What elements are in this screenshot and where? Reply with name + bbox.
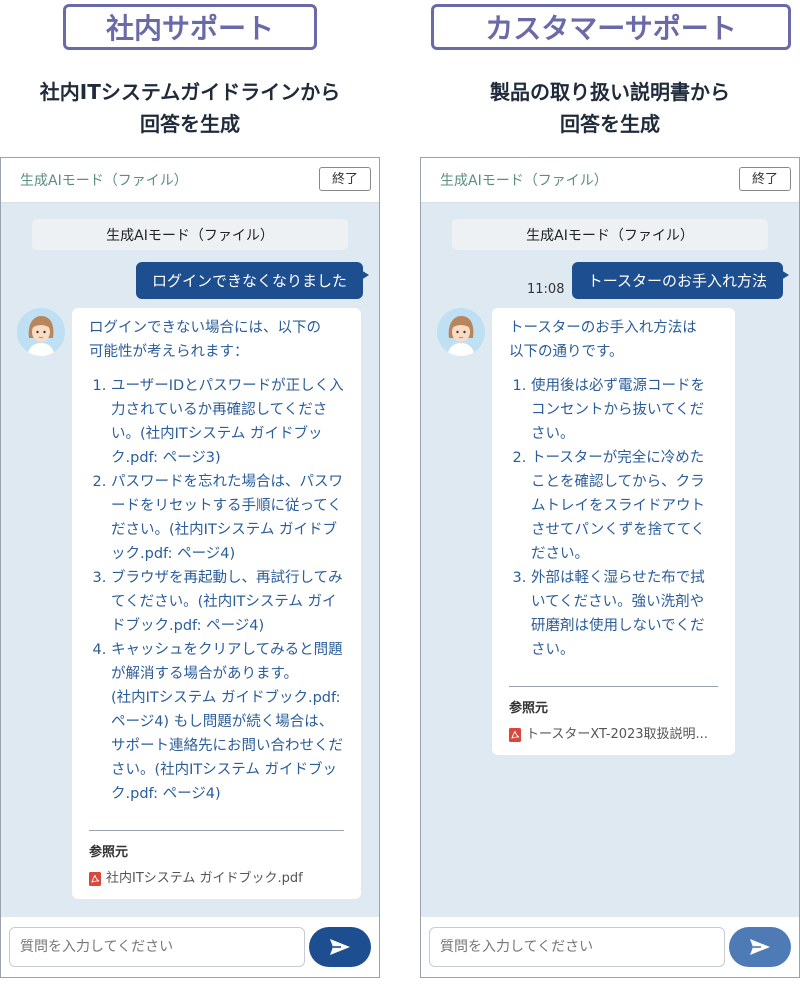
intro-line-2: 可能性が考えられます：: [89, 344, 249, 360]
user-message-bubble: トースターのお手入れ方法: [571, 262, 790, 299]
chat-header: 生成AIモード（ファイル） 終了: [421, 158, 799, 203]
description-line-1: 社内ITシステムガイドラインから: [39, 80, 341, 104]
list-item-text: キャッシュをクリアしてみると問題が解消する場合があります。: [111, 642, 343, 682]
chat-header: 生成AIモード（ファイル） 終了: [1, 158, 379, 203]
panel-title: 社内サポート: [63, 4, 317, 50]
reference-file-name: 社内ITシステム ガイドブック.pdf: [106, 871, 303, 886]
intro-line-1: トースターのお手入れ方法は: [509, 320, 697, 336]
response-intro: トースターのお手入れ方法は 以下の通りです。: [509, 316, 718, 364]
response-list: 使用後は必ず電源コードをコンセントから抜いてください。 トースターが完全に冷めた…: [509, 374, 718, 662]
user-message-bubble: ログインできなくなりました: [135, 262, 370, 299]
list-item: ユーザーIDとパスワードが正しく入力されているか再確認してください。(社内ITシ…: [111, 374, 344, 470]
question-input[interactable]: [429, 927, 725, 967]
send-arrow-icon: [330, 939, 350, 955]
send-button[interactable]: [729, 927, 791, 967]
assistant-avatar-icon: [437, 308, 485, 356]
reference-file-name: トースターXT-2023取扱説明...: [526, 727, 708, 742]
pdf-file-icon: [509, 728, 521, 742]
reference-file-link[interactable]: 社内ITシステム ガイドブック.pdf: [89, 869, 344, 889]
end-button[interactable]: 終了: [738, 167, 791, 191]
pdf-file-icon: [89, 872, 101, 886]
assistant-response-card: ログインできない場合には、以下の 可能性が考えられます： ユーザーIDとパスワー…: [72, 308, 361, 899]
question-input[interactable]: [9, 927, 305, 967]
reference-label: 参照元: [509, 701, 549, 716]
reference-label: 参照元: [89, 845, 129, 860]
description-line-2: 回答を生成: [140, 112, 240, 136]
description-line-1: 製品の取り扱い説明書から: [490, 80, 730, 104]
reference-divider: [89, 830, 344, 831]
assistant-response-card: トースターのお手入れ方法は 以下の通りです。 使用後は必ず電源コードをコンセント…: [492, 308, 735, 755]
assistant-avatar-icon: [17, 308, 65, 356]
intro-line-2: 以下の通りです。: [509, 344, 624, 360]
mode-indicator: 生成AIモード（ファイル）: [452, 219, 768, 250]
list-item: 使用後は必ず電源コードをコンセントから抜いてください。: [531, 374, 718, 446]
intro-line-1: ログインできない場合には、以下の: [89, 320, 321, 336]
list-item-extra: (社内ITシステム ガイドブック.pdf: ページ4) もし問題が続く場合は、サ…: [111, 690, 343, 802]
chat-input-bar: [1, 917, 379, 977]
send-button[interactable]: [309, 927, 371, 967]
message-timestamp: 11:08: [527, 282, 565, 297]
reference-divider: [509, 686, 718, 687]
response-list: ユーザーIDとパスワードが正しく入力されているか再確認してください。(社内ITシ…: [89, 374, 344, 806]
panel-title: カスタマーサポート: [431, 4, 791, 50]
chat-window: 生成AIモード（ファイル） 終了 生成AIモード（ファイル） 11:08 トース…: [420, 157, 800, 978]
list-item: キャッシュをクリアしてみると問題が解消する場合があります。 (社内ITシステム …: [111, 638, 344, 806]
panel-description: 製品の取り扱い説明書から 回答を生成: [420, 76, 800, 140]
list-item: 外部は軽く湿らせた布で拭いてください。強い洗剤や研磨剤は使用しないでください。: [531, 566, 718, 662]
panel-description: 社内ITシステムガイドラインから 回答を生成: [0, 76, 380, 140]
end-button[interactable]: 終了: [318, 167, 371, 191]
chat-window: 生成AIモード（ファイル） 終了 生成AIモード（ファイル） ログインできなくな…: [0, 157, 380, 978]
list-item: ブラウザを再起動し、再試行してみてください。(社内ITシステム ガイドブック.p…: [111, 566, 344, 638]
response-intro: ログインできない場合には、以下の 可能性が考えられます：: [89, 316, 344, 364]
description-line-2: 回答を生成: [560, 112, 660, 136]
list-item: パスワードを忘れた場合は、パスワードをリセットする手順に従ってください。(社内I…: [111, 470, 344, 566]
mode-label: 生成AIモード（ファイル）: [440, 173, 608, 189]
mode-label: 生成AIモード（ファイル）: [20, 173, 188, 189]
mode-indicator: 生成AIモード（ファイル）: [32, 219, 348, 250]
reference-file-link[interactable]: トースターXT-2023取扱説明...: [509, 725, 718, 745]
list-item: トースターが完全に冷めたことを確認してから、クラムトレイをスライドアウトさせてパ…: [531, 446, 718, 566]
chat-input-bar: [421, 917, 799, 977]
send-arrow-icon: [750, 939, 770, 955]
